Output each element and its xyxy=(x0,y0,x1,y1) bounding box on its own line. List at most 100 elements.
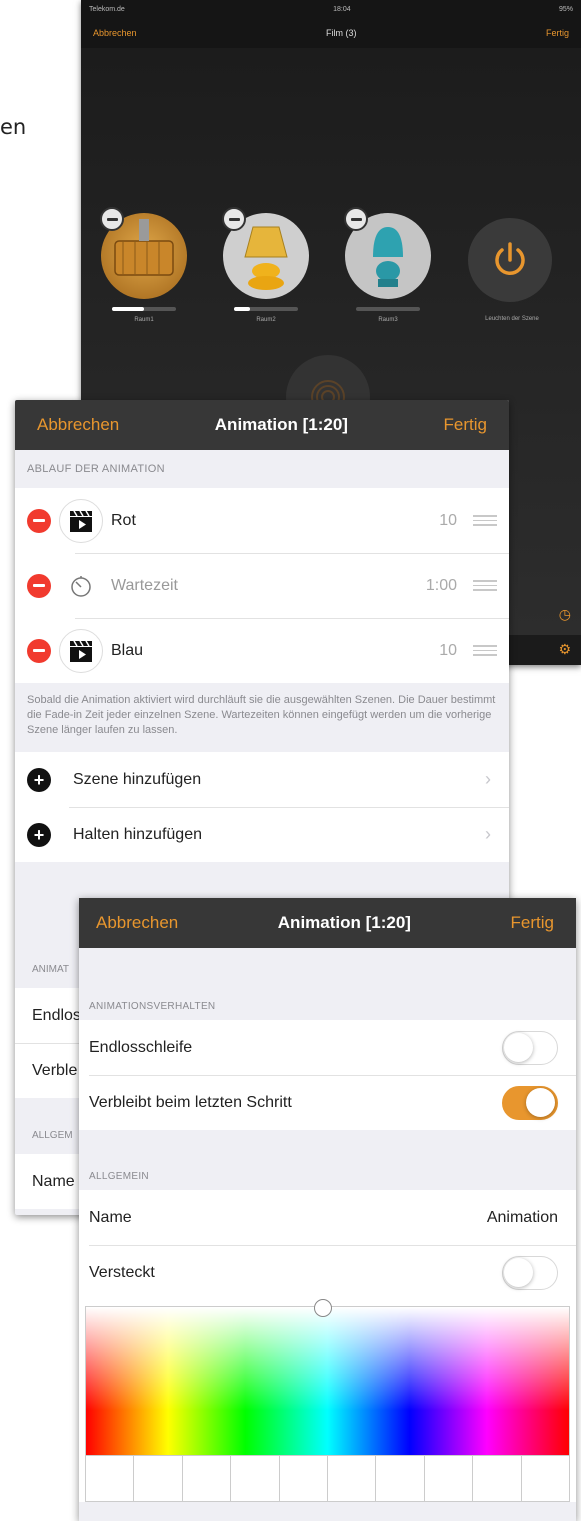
lamp-tile-3[interactable]: Raum3 xyxy=(344,207,432,323)
cancel-button[interactable]: Abbrechen xyxy=(93,28,137,38)
name-value[interactable]: Animation xyxy=(487,1209,558,1227)
brightness-bar[interactable] xyxy=(356,307,420,311)
nav-bar: Abbrechen Film (3) Fertig xyxy=(81,18,581,48)
nav-title: Film (3) xyxy=(326,28,357,38)
scene-power-button[interactable] xyxy=(468,218,552,302)
brightness-fill xyxy=(112,307,144,311)
reorder-handle-icon[interactable] xyxy=(473,645,497,656)
loop-toggle[interactable] xyxy=(502,1030,558,1065)
color-picker xyxy=(79,1299,576,1502)
section-header: ALLGEM xyxy=(32,1129,73,1141)
brightness-fill xyxy=(234,307,250,311)
cell-label: Name xyxy=(32,1172,75,1190)
stay-last-step-toggle[interactable] xyxy=(502,1085,558,1120)
step-icon-circle xyxy=(59,498,103,543)
list-item[interactable]: Rot 10 xyxy=(15,488,509,553)
brightness-bar[interactable] xyxy=(112,307,176,311)
add-icon: + xyxy=(27,822,51,847)
section-header: ABLAUF DER ANIMATION xyxy=(27,463,165,475)
done-button[interactable]: Fertig xyxy=(511,913,554,933)
step-duration[interactable]: 10 xyxy=(407,642,457,660)
toggle-knob xyxy=(526,1087,555,1117)
step-label: Rot xyxy=(111,511,136,529)
brightness-bar[interactable] xyxy=(234,307,298,311)
swatch-slot[interactable] xyxy=(279,1456,329,1501)
add-hold-row[interactable]: + Halten hinzufügen › xyxy=(15,807,509,862)
name-row[interactable]: Name Animation xyxy=(79,1190,576,1245)
delete-step-icon[interactable] xyxy=(27,508,51,533)
cancel-button[interactable]: Abbrechen xyxy=(37,415,119,435)
status-battery: 95% xyxy=(558,5,573,13)
name-label: Name xyxy=(89,1208,132,1226)
step-icon-circle xyxy=(59,564,103,608)
swatch-slot[interactable] xyxy=(473,1456,522,1501)
general-group: Name Animation Versteckt xyxy=(79,1190,576,1300)
reorder-handle-icon[interactable] xyxy=(473,580,497,591)
swatch-slot[interactable] xyxy=(134,1456,183,1501)
hidden-row: Versteckt xyxy=(79,1245,576,1300)
step-label: Blau xyxy=(111,641,144,659)
timer-icon[interactable]: ◷ xyxy=(559,606,571,623)
color-picker-handle[interactable] xyxy=(314,1299,332,1317)
swatch-slot[interactable] xyxy=(328,1456,377,1501)
swatch-slot[interactable] xyxy=(182,1456,232,1501)
remove-lamp-icon[interactable] xyxy=(344,207,368,231)
remove-lamp-icon[interactable] xyxy=(100,207,124,231)
section-header: ANIMATIONSVERHALTEN xyxy=(89,1001,216,1012)
step-icon-circle xyxy=(59,628,103,673)
swatch-slot[interactable] xyxy=(376,1456,425,1501)
steps-list: Rot 10 Wartezeit 1:00 Blau 10 xyxy=(15,488,509,683)
swatch-slot[interactable] xyxy=(521,1456,570,1501)
nav-bar: Abbrechen Animation [1:20] Fertig xyxy=(15,400,509,450)
hidden-toggle[interactable] xyxy=(502,1255,558,1290)
add-icon: + xyxy=(27,767,51,792)
step-label: Wartezeit xyxy=(111,576,178,594)
hidden-label: Versteckt xyxy=(89,1263,155,1281)
done-button[interactable]: Fertig xyxy=(444,415,487,435)
delete-step-icon[interactable] xyxy=(27,573,51,598)
behavior-group: Endlosschleife Verbleibt beim letzten Sc… xyxy=(79,1020,576,1130)
settings-icon[interactable]: ⚙ xyxy=(558,641,571,658)
remove-lamp-icon[interactable] xyxy=(222,207,246,231)
list-item[interactable]: Wartezeit 1:00 xyxy=(15,553,509,618)
scene-clapper-icon xyxy=(70,640,92,662)
status-bar: Telekom.de 18:04 95% xyxy=(81,0,581,18)
cancel-button[interactable]: Abbrechen xyxy=(96,913,178,933)
list-item[interactable]: Blau 10 xyxy=(15,618,509,683)
nav-bar: Abbrechen Animation [1:20] Fertig xyxy=(79,898,576,948)
cell-label: Endlos xyxy=(32,1006,81,1024)
add-scene-row[interactable]: + Szene hinzufügen › xyxy=(15,752,509,807)
section-footer: Sobald die Animation aktiviert wird durc… xyxy=(27,694,496,736)
lamp-label: Raum2 xyxy=(256,317,276,323)
cell-label: Verble xyxy=(32,1062,78,1079)
toggle-knob xyxy=(504,1032,533,1062)
lamp-label: Raum3 xyxy=(378,317,398,323)
timer-icon xyxy=(71,575,91,597)
step-duration[interactable]: 1:00 xyxy=(407,577,457,595)
done-button[interactable]: Fertig xyxy=(546,28,569,38)
nav-title: Animation [1:20] xyxy=(277,913,411,932)
lamp-label: Raum1 xyxy=(134,317,154,323)
stay-last-step-row: Verbleibt beim letzten Schritt xyxy=(79,1075,576,1130)
lamp-tile-1[interactable]: Raum1 xyxy=(100,207,188,323)
loop-row: Endlosschleife xyxy=(79,1020,576,1075)
nav-title: Animation [1:20] xyxy=(214,415,348,434)
step-duration[interactable]: 10 xyxy=(407,512,457,530)
section-header: ANIMAT xyxy=(32,963,70,975)
swatch-slot[interactable] xyxy=(424,1456,474,1501)
stay-last-step-label: Verbleibt beim letzten Schritt xyxy=(89,1093,292,1111)
toggle-knob xyxy=(504,1257,533,1287)
delete-step-icon[interactable] xyxy=(27,638,51,663)
chevron-right-icon: › xyxy=(485,824,491,844)
add-scene-label: Szene hinzufügen xyxy=(73,770,202,788)
swatch-slot[interactable] xyxy=(231,1456,280,1501)
cropped-text: en xyxy=(0,115,27,139)
section-header: ALLGEMEIN xyxy=(89,1171,149,1182)
color-spectrum[interactable] xyxy=(85,1299,570,1456)
swatch-slot[interactable] xyxy=(86,1456,135,1501)
color-swatches xyxy=(85,1456,570,1502)
lamp-tile-2[interactable]: Raum2 xyxy=(222,207,310,323)
status-carrier: Telekom.de xyxy=(89,5,125,13)
animation-settings-screen: Abbrechen Animation [1:20] Fertig ANIMAT… xyxy=(79,898,576,1521)
reorder-handle-icon[interactable] xyxy=(473,515,497,526)
